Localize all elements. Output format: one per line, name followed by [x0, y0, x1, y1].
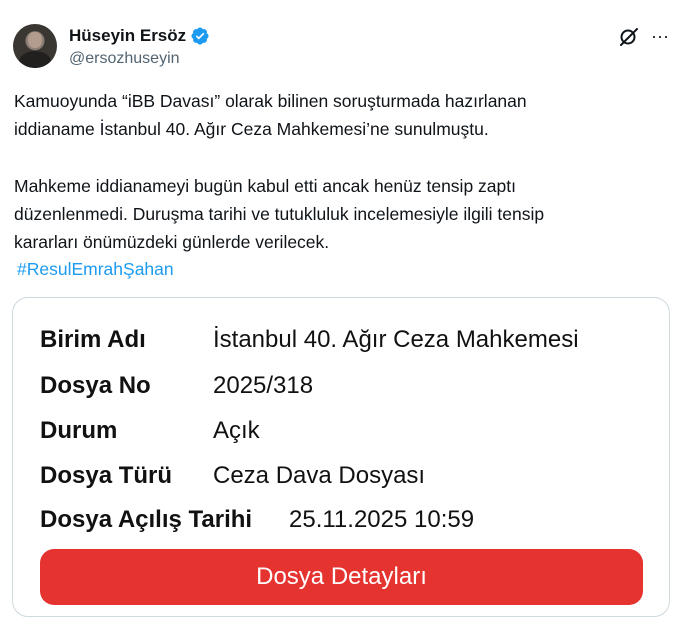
verified-badge-icon[interactable] [190, 26, 210, 46]
tweet: Hüseyin Ersöz @ersozhuseyin ··· Kamuoyun… [0, 0, 693, 622]
grok-icon[interactable] [618, 26, 640, 48]
case-info-label: Birim Adı [40, 326, 146, 353]
tweet-paragraph-1: Kamuoyunda “iBB Davası” olarak bilinen s… [14, 87, 679, 143]
author-name-row: Hüseyin Ersöz [69, 26, 210, 46]
case-info-label: Dosya No [40, 372, 151, 399]
case-info-label: Dosya Türü [40, 462, 173, 489]
tweet-line: Kamuoyunda “iBB Davası” olarak bilinen s… [14, 91, 527, 111]
avatar[interactable] [13, 24, 57, 68]
author-display-name[interactable]: Hüseyin Ersöz [69, 26, 186, 46]
case-info-value: Açık [213, 417, 260, 444]
tweet-line: iddianame İstanbul 40. Ağır Ceza Mahkeme… [14, 119, 489, 139]
file-details-button: Dosya Detayları [40, 549, 643, 605]
hashtag-link[interactable]: #ResulEmrahŞahan [17, 255, 174, 283]
author-handle[interactable]: @ersozhuseyin [69, 50, 180, 68]
case-info-value: İstanbul 40. Ağır Ceza Mahkemesi [213, 326, 579, 353]
case-info-label: Dosya Açılış Tarihi [40, 506, 253, 533]
tweet-line: düzenlenmedi. Duruşma tarihi ve tutuklul… [14, 204, 545, 224]
tweet-line: Mahkeme iddianameyi bugün kabul etti anc… [14, 176, 516, 196]
case-info-value: Ceza Dava Dosyası [213, 462, 426, 489]
attached-image-card[interactable]: Birim Adı İstanbul 40. Ağır Ceza Mahkeme… [12, 297, 670, 617]
case-info-value: 25.11.2025 10:59 [289, 506, 475, 533]
case-info-label: Durum [40, 417, 118, 444]
tweet-line: kararları önümüzdeki günlerde verilecek. [14, 232, 330, 252]
case-info-value: 2025/318 [213, 372, 314, 399]
more-icon[interactable]: ··· [648, 26, 672, 48]
tweet-paragraph-2: Mahkeme iddianameyi bugün kabul etti anc… [14, 172, 679, 256]
